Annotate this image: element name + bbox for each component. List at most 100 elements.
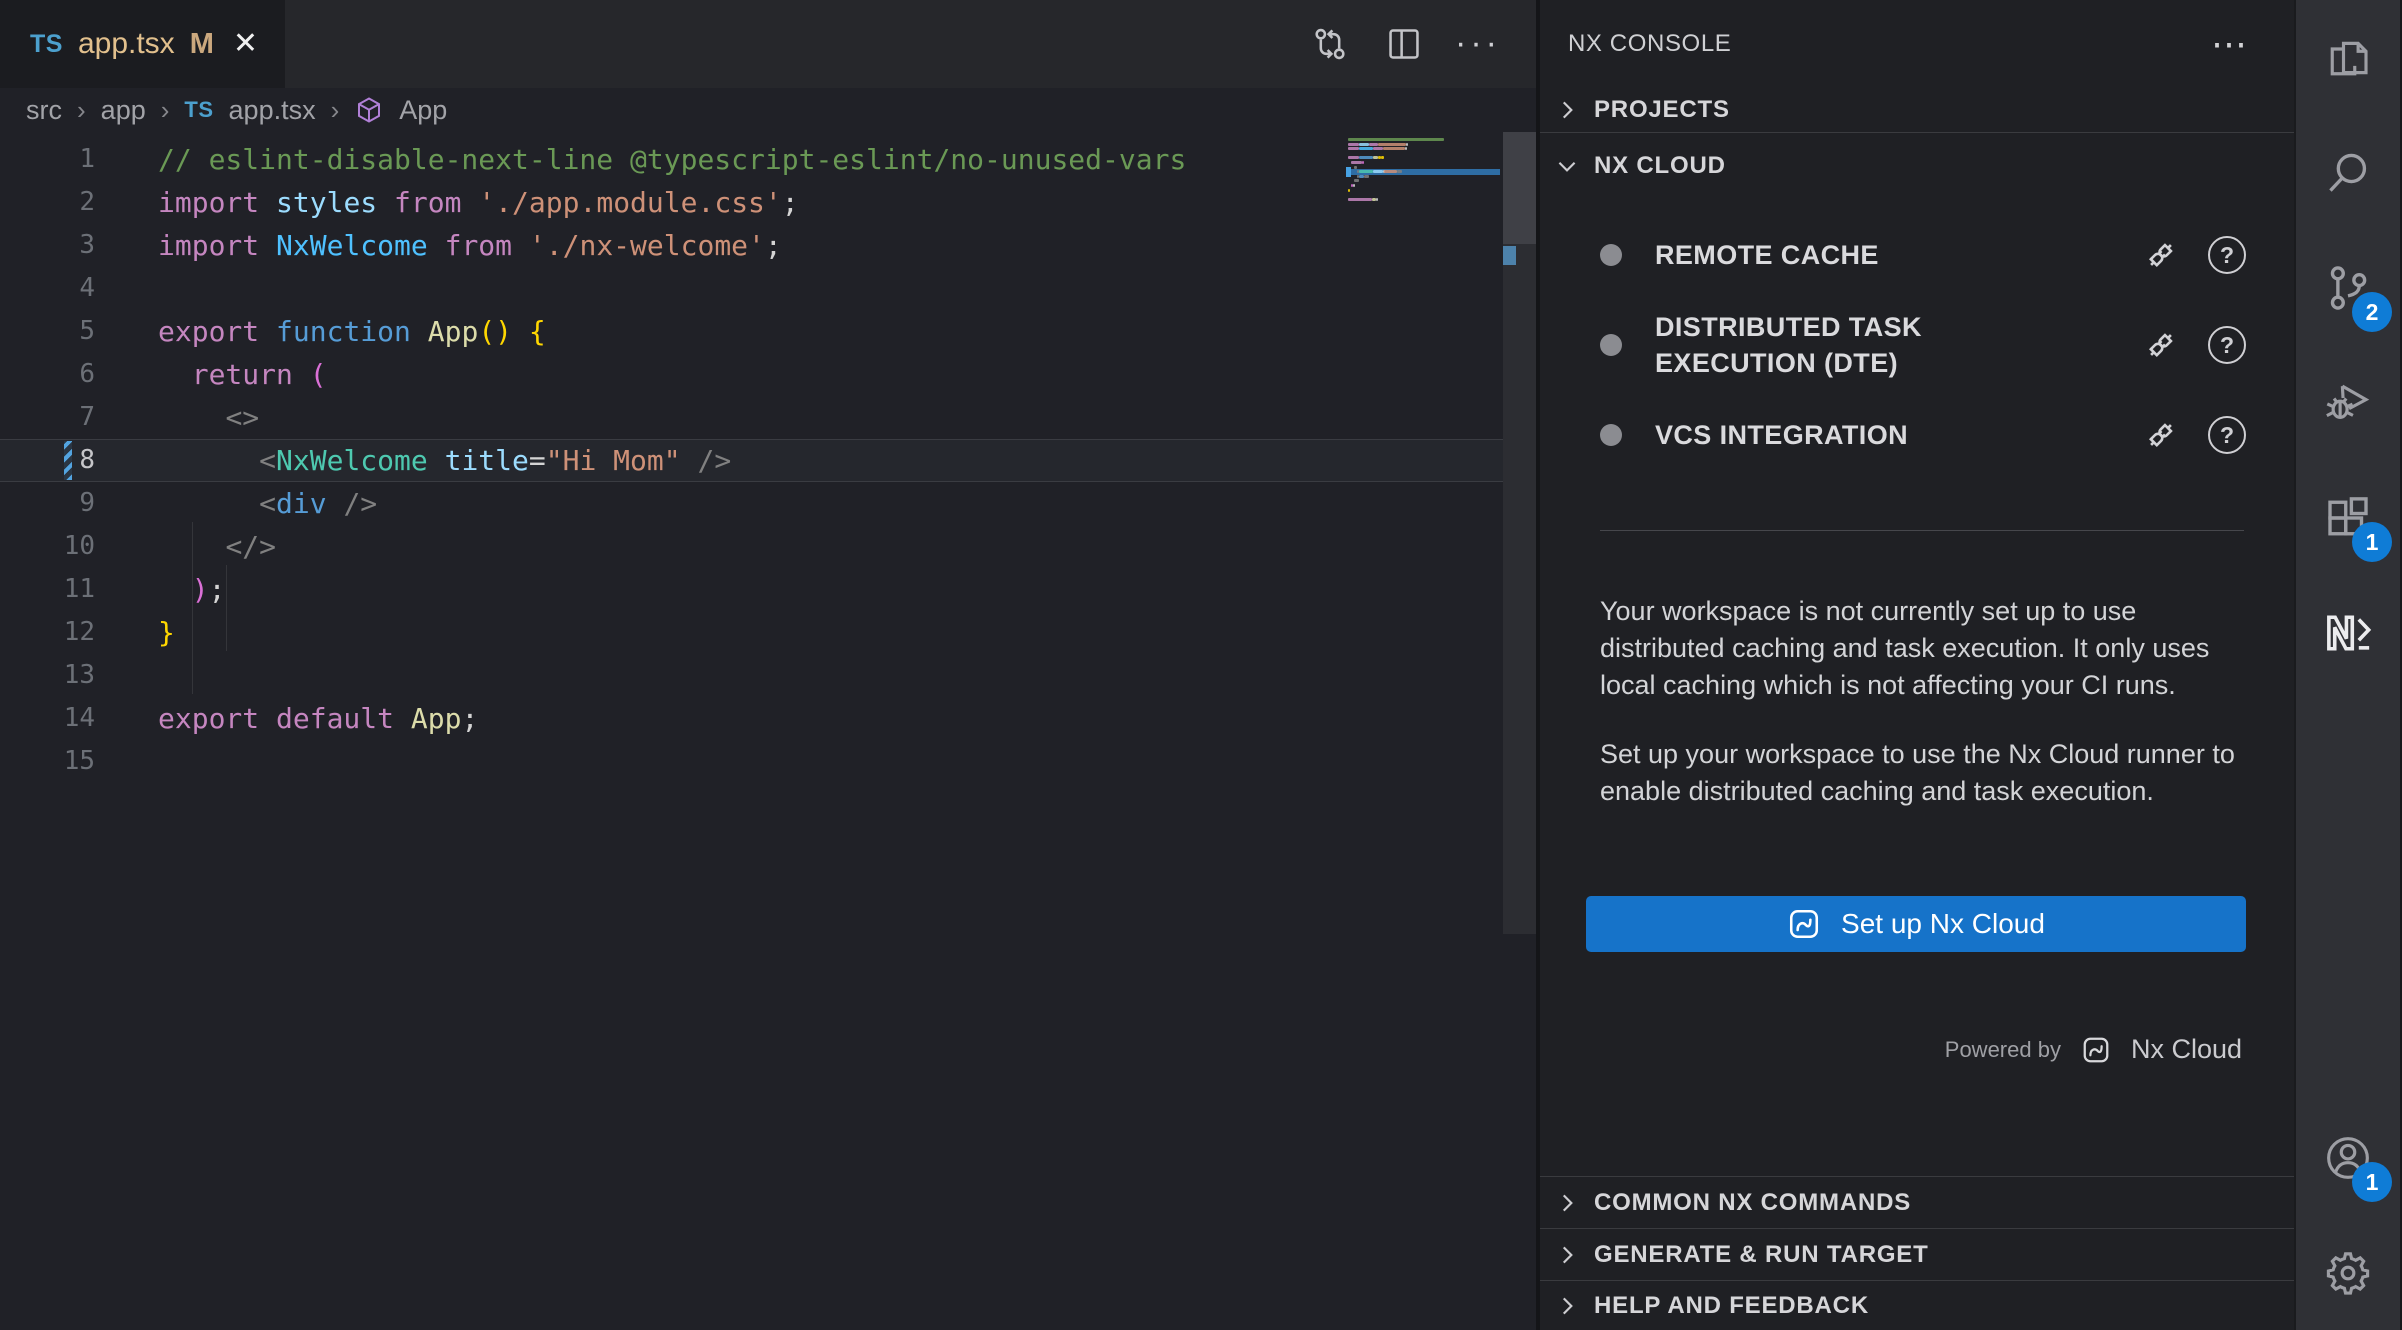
- code-line[interactable]: 6 return (: [0, 353, 1503, 396]
- section-projects[interactable]: PROJECTS: [1540, 88, 2294, 132]
- code-text: }: [158, 611, 175, 654]
- nx-console-panel: NX CONSOLE ⋯ PROJECTS NX CLOUD REMOTE CA…: [1540, 0, 2296, 1330]
- status-dot-icon: [1600, 334, 1622, 356]
- git-modified-badge: M: [190, 28, 214, 61]
- indent-guide: [192, 522, 193, 694]
- code-line[interactable]: 9 <div />: [0, 482, 1503, 525]
- code-line[interactable]: 1// eslint-disable-next-line @typescript…: [0, 138, 1503, 181]
- source-control-badge: 2: [2352, 292, 2392, 332]
- help-question-icon[interactable]: ?: [2208, 236, 2246, 274]
- breadcrumb-symbol[interactable]: App: [399, 95, 447, 126]
- breadcrumb-app[interactable]: app: [101, 95, 146, 126]
- scrollbar-slider[interactable]: [1503, 132, 1536, 244]
- chevron-right-icon: ›: [331, 95, 340, 126]
- activity-item-search[interactable]: [2296, 115, 2400, 230]
- code-text: <NxWelcome title="Hi Mom" />: [158, 439, 731, 482]
- more-actions-icon[interactable]: ⋯: [2211, 37, 2252, 51]
- connect-plug-icon[interactable]: [2140, 324, 2182, 366]
- help-question-icon[interactable]: ?: [2208, 416, 2246, 454]
- chevron-right-icon: [1554, 97, 1580, 123]
- code-text: // eslint-disable-next-line @typescript-…: [158, 138, 1186, 181]
- item-label: DISTRIBUTED TASK EXECUTION (DTE): [1655, 309, 1995, 381]
- more-actions-icon[interactable]: ···: [1458, 24, 1498, 64]
- list-item-vcs-integration[interactable]: VCS INTEGRATION ?: [1540, 390, 2294, 480]
- code-line[interactable]: 13: [0, 654, 1503, 697]
- chevron-right-icon: [1554, 1242, 1580, 1268]
- breadcrumb-file[interactable]: app.tsx: [229, 95, 316, 126]
- code-line[interactable]: 3import NxWelcome from './nx-welcome';: [0, 224, 1503, 267]
- nx-cloud-logo-icon: [1787, 907, 1821, 941]
- setup-nx-cloud-button[interactable]: Set up Nx Cloud: [1586, 896, 2246, 952]
- minimap-line: [1348, 179, 1500, 182]
- minimap-line: [1348, 147, 1500, 150]
- code-line[interactable]: 14export default App;: [0, 697, 1503, 740]
- minimap-line: [1348, 193, 1500, 196]
- minimap-line: [1348, 170, 1500, 173]
- activity-item-run-and-debug[interactable]: [2296, 345, 2400, 460]
- activity-item-settings[interactable]: [2296, 1215, 2400, 1330]
- section-nx-cloud[interactable]: NX CLOUD: [1540, 132, 2294, 198]
- activity-item-extensions[interactable]: 1: [2296, 460, 2400, 575]
- help-question-icon[interactable]: ?: [2208, 326, 2246, 364]
- typescript-file-icon: TS: [184, 97, 213, 123]
- line-number: 12: [0, 611, 95, 654]
- status-dot-icon: [1600, 424, 1622, 446]
- section-generate-run-target[interactable]: GENERATE & RUN TARGET: [1540, 1228, 2294, 1280]
- section-common-nx-commands[interactable]: COMMON NX COMMANDS: [1540, 1176, 2294, 1228]
- minimap-line: [1348, 152, 1500, 155]
- code-line[interactable]: 7 <>: [0, 396, 1503, 439]
- code-line[interactable]: 5export function App() {: [0, 310, 1503, 353]
- nx-console-icon: [2321, 606, 2375, 660]
- nx-cloud-items: REMOTE CACHE ?: [1540, 198, 2294, 480]
- overview-ruler-modified-mark: [1503, 246, 1516, 265]
- tab-app-tsx[interactable]: TS app.tsx M ✕: [0, 0, 285, 88]
- code-line[interactable]: 15: [0, 740, 1503, 783]
- powered-by-brand: Nx Cloud: [2131, 1034, 2242, 1065]
- close-icon[interactable]: ✕: [233, 29, 258, 59]
- editor-group: TS app.tsx M ✕: [0, 0, 1540, 1330]
- line-number: 4: [0, 267, 95, 310]
- chevron-right-icon: ›: [161, 95, 170, 126]
- setup-hint-text: Set up your workspace to use the Nx Clou…: [1540, 736, 2294, 810]
- modified-gutter-decoration: [64, 441, 72, 480]
- list-item-remote-cache[interactable]: REMOTE CACHE ?: [1540, 210, 2294, 300]
- setup-button-label: Set up Nx Cloud: [1841, 908, 2045, 940]
- breadcrumb-src[interactable]: src: [26, 95, 62, 126]
- line-number: 5: [0, 310, 95, 353]
- list-item-dte[interactable]: DISTRIBUTED TASK EXECUTION (DTE): [1540, 300, 2294, 390]
- status-dot-icon: [1600, 244, 1622, 266]
- split-editor-icon[interactable]: [1384, 24, 1424, 64]
- minimap-line: [1348, 161, 1500, 164]
- connect-plug-icon[interactable]: [2140, 234, 2182, 276]
- extensions-badge: 1: [2352, 522, 2392, 562]
- activity-item-nx-console[interactable]: [2296, 575, 2400, 690]
- editor-scrollbar[interactable]: [1503, 132, 1536, 934]
- code-text: <>: [158, 396, 259, 439]
- minimap-line: [1348, 138, 1500, 141]
- code-line[interactable]: 2import styles from './app.module.css';: [0, 181, 1503, 224]
- code-editor[interactable]: 1// eslint-disable-next-line @typescript…: [0, 132, 1536, 1330]
- code-lines: 1// eslint-disable-next-line @typescript…: [0, 138, 1536, 783]
- powered-by-label: Powered by: [1945, 1037, 2061, 1063]
- minimap[interactable]: [1348, 138, 1500, 258]
- activity-item-source-control[interactable]: 2: [2296, 230, 2400, 345]
- open-changes-icon[interactable]: [1310, 24, 1350, 64]
- activity-item-accounts[interactable]: 1: [2296, 1100, 2400, 1215]
- connect-plug-icon[interactable]: [2140, 414, 2182, 456]
- explorer-icon: [2321, 31, 2375, 85]
- code-text: import styles from './app.module.css';: [158, 181, 799, 224]
- search-icon: [2321, 146, 2375, 200]
- code-text: export default App;: [158, 697, 478, 740]
- code-text: return (: [158, 353, 327, 396]
- code-line[interactable]: 10 </>: [0, 525, 1503, 568]
- section-label: COMMON NX COMMANDS: [1594, 1189, 1911, 1217]
- line-number: 10: [0, 525, 95, 568]
- minimap-line: [1348, 198, 1500, 201]
- workspace-status-text: Your workspace is not currently set up t…: [1540, 593, 2294, 704]
- section-help-and-feedback[interactable]: HELP AND FEEDBACK: [1540, 1280, 2294, 1330]
- line-number: 8: [0, 439, 95, 482]
- line-number: 11: [0, 568, 95, 611]
- code-line[interactable]: 8 <NxWelcome title="Hi Mom" />: [0, 439, 1503, 482]
- activity-item-explorer[interactable]: [2296, 0, 2400, 115]
- code-line[interactable]: 4: [0, 267, 1503, 310]
